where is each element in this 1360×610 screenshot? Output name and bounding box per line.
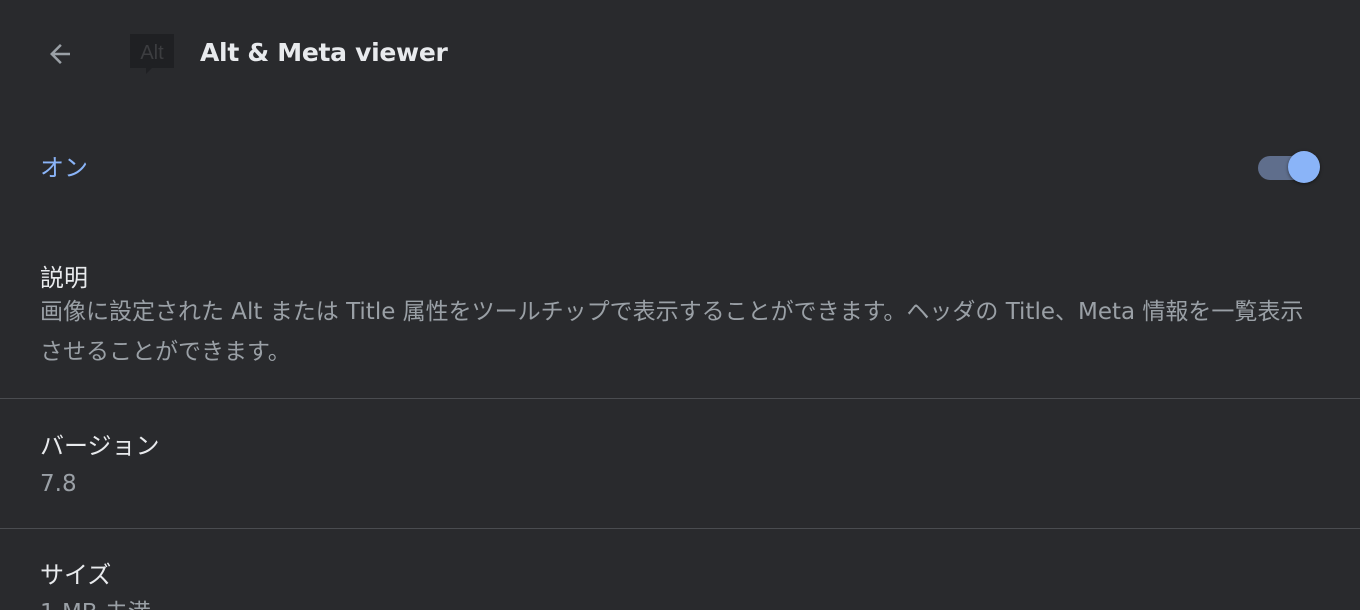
- size-title: サイズ: [40, 561, 112, 589]
- divider: [0, 398, 1360, 399]
- enable-row: オン: [0, 120, 1360, 210]
- description-title: 説明: [40, 264, 88, 292]
- extension-icon-text: Alt: [140, 42, 164, 64]
- description-text: 画像に設定された Alt または Title 属性をツールチップで表示することが…: [40, 299, 1304, 365]
- extension-details-page: Alt Alt & Meta viewer オン 説明 画像に設定された Alt…: [0, 0, 1360, 610]
- description-section: 説明 画像に設定された Alt または Title 属性をツールチップで表示する…: [0, 252, 1360, 398]
- toggle-label: オン: [40, 154, 88, 182]
- back-button[interactable]: [36, 32, 84, 76]
- toggle-knob: [1288, 151, 1320, 183]
- size-section: サイズ 1 MB 未満: [0, 529, 1360, 610]
- version-section: バージョン 7.8: [0, 400, 1360, 528]
- version-value: 7.8: [40, 471, 77, 497]
- size-value: 1 MB 未満: [40, 593, 151, 610]
- extension-title: Alt & Meta viewer: [200, 38, 448, 67]
- alt-speech-bubble-icon: Alt: [128, 32, 176, 76]
- arrow-back-icon: [50, 44, 70, 64]
- enable-toggle[interactable]: [1256, 150, 1322, 184]
- header: Alt Alt & Meta viewer: [0, 0, 1360, 108]
- version-title: バージョン: [40, 432, 160, 460]
